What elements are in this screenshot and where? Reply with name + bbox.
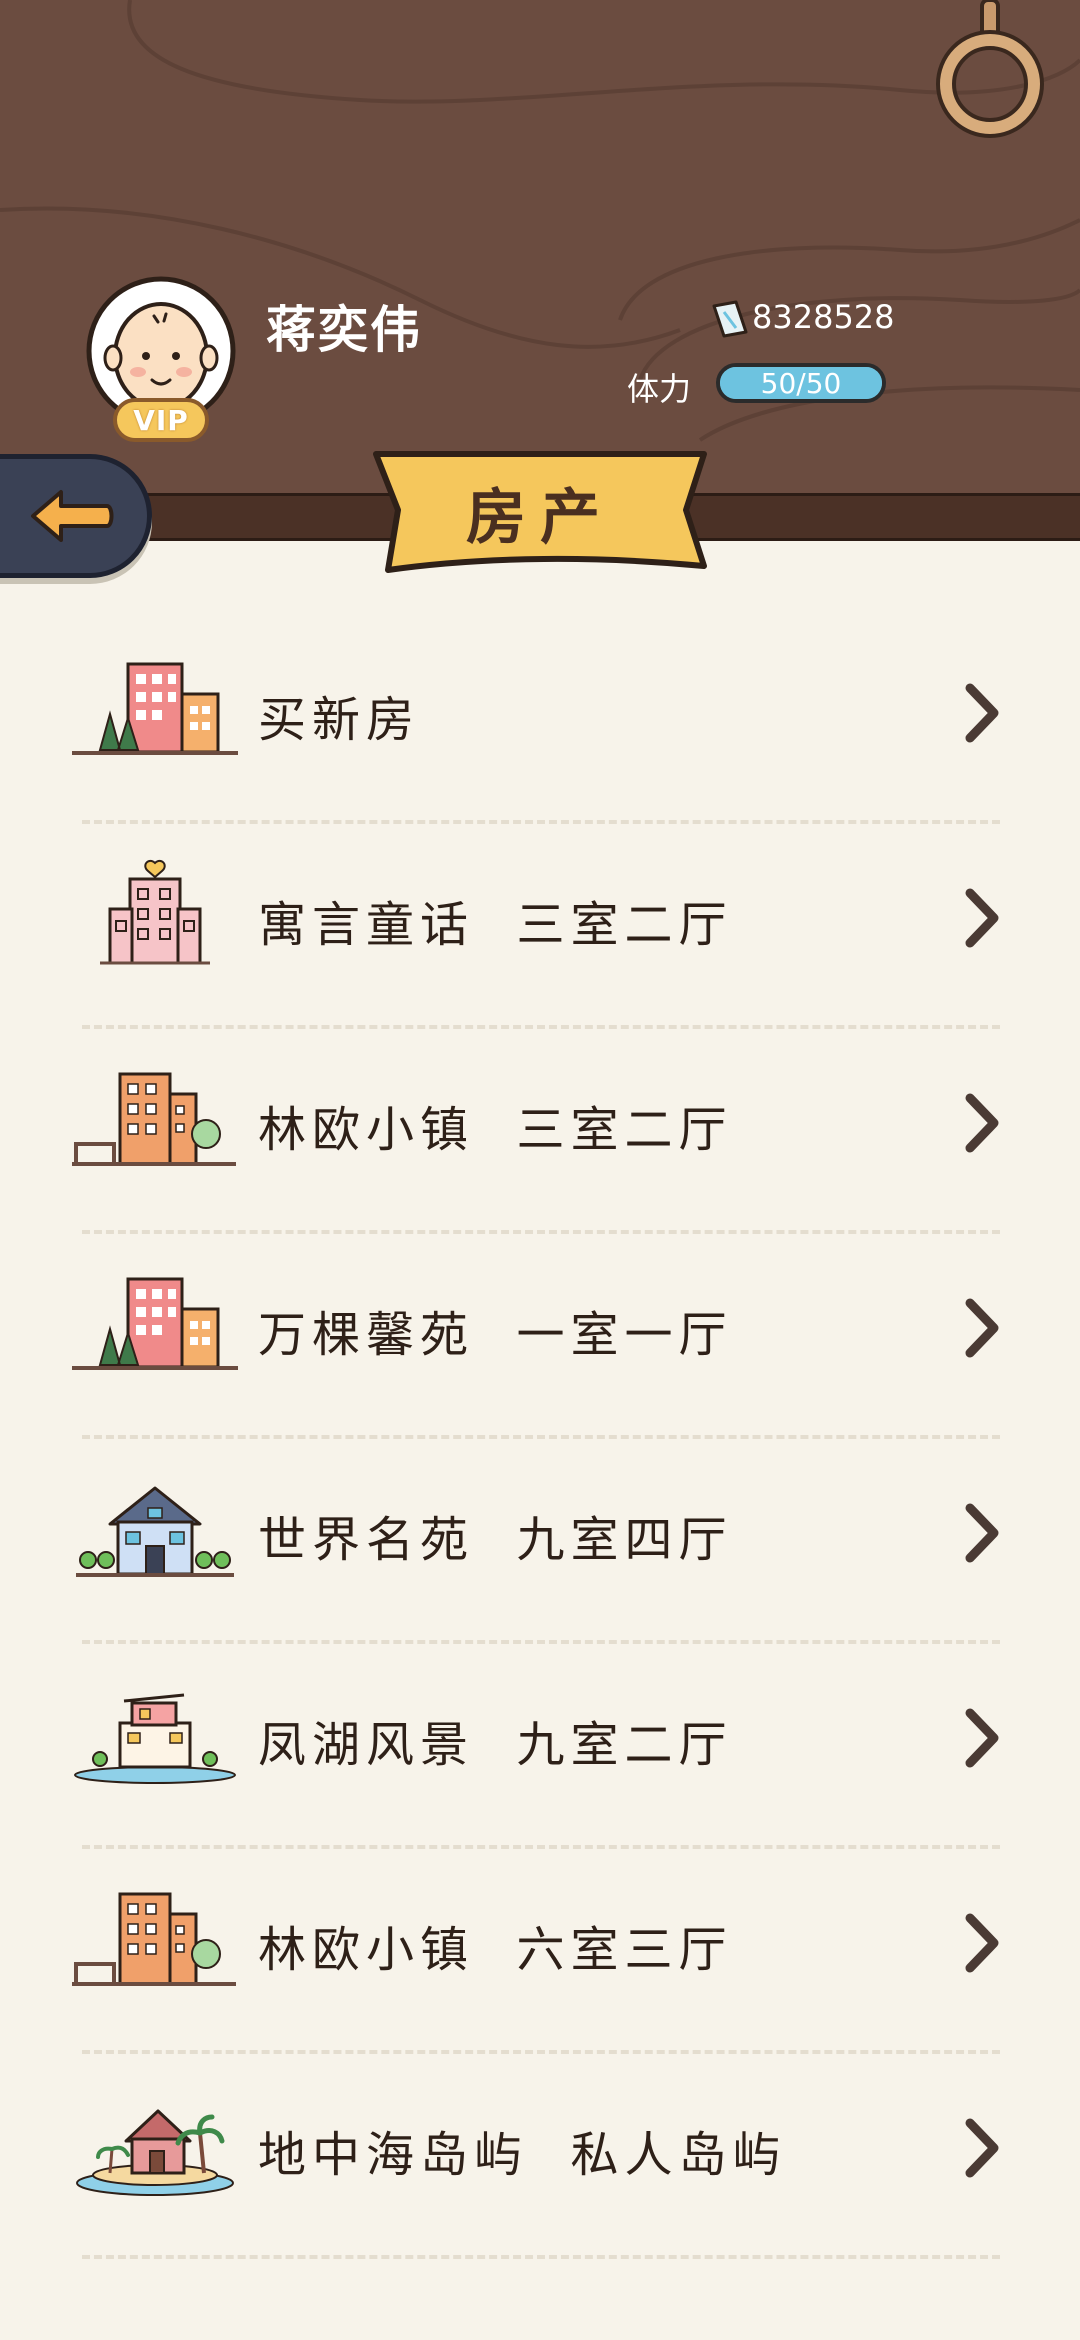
chevron-right-icon <box>965 683 999 743</box>
lake-villa-icon <box>74 1693 236 1784</box>
property-row-buy-new[interactable]: 买新房 <box>0 620 1080 825</box>
blue-house-icon <box>76 1486 234 1577</box>
row-divider <box>82 820 1000 824</box>
row-divider <box>82 2050 1000 2054</box>
row-divider <box>82 1845 1000 1849</box>
property-list: 买新房 寓言童话 三室二厅 林欧小镇 三室二厅 万棵馨苑 一室一厅 世界名苑 九… <box>0 620 1080 2260</box>
pink-apartment-icon <box>100 859 210 965</box>
property-row-fenghu[interactable]: 凤湖风景 九室二厅 <box>0 1645 1080 1850</box>
player-name: 蒋奕伟 <box>266 300 422 359</box>
chevron-right-icon <box>965 1913 999 1973</box>
stamina-label: 体力 <box>627 370 692 408</box>
property-label: 林欧小镇 六室三厅 <box>258 1922 733 1978</box>
property-row-fairy-tale[interactable]: 寓言童话 三室二厅 <box>0 825 1080 1030</box>
chevron-right-icon <box>965 888 999 948</box>
row-divider <box>82 1435 1000 1439</box>
chevron-right-icon <box>965 1093 999 1153</box>
property-row-island[interactable]: 地中海岛屿 私人岛屿 <box>0 2055 1080 2260</box>
hanging-ring-icon <box>936 0 1044 138</box>
property-label: 凤湖风景 九室二厅 <box>258 1717 733 1773</box>
property-row-wanke[interactable]: 万棵馨苑 一室一厅 <box>0 1235 1080 1440</box>
row-divider <box>82 2255 1000 2259</box>
property-row-linou-2[interactable]: 林欧小镇 六室三厅 <box>0 1850 1080 2055</box>
banknote-icon <box>712 300 748 338</box>
property-row-world[interactable]: 世界名苑 九室四厅 <box>0 1440 1080 1645</box>
property-label: 林欧小镇 三室二厅 <box>258 1102 733 1158</box>
money-amount: 8328528 <box>752 298 895 336</box>
property-label: 寓言童话 三室二厅 <box>258 897 733 953</box>
property-row-linou-1[interactable]: 林欧小镇 三室二厅 <box>0 1030 1080 1235</box>
chevron-right-icon <box>965 1503 999 1563</box>
row-divider <box>82 1640 1000 1644</box>
chevron-right-icon <box>965 1708 999 1768</box>
new-house-icon <box>72 1277 238 1370</box>
page-title: 房产 <box>466 482 614 553</box>
chevron-right-icon <box>965 1298 999 1358</box>
orange-apartment-icon <box>72 1892 236 1986</box>
property-label: 世界名苑 九室四厅 <box>258 1512 733 1568</box>
property-label: 买新房 <box>258 692 421 748</box>
stamina-value: 50/50 <box>760 366 842 400</box>
island-icon <box>76 2109 234 2196</box>
row-divider <box>82 1230 1000 1234</box>
new-house-icon <box>72 662 238 755</box>
property-label: 地中海岛屿 私人岛屿 <box>258 2127 787 2183</box>
stamina-bar: 50/50 <box>716 363 886 403</box>
chevron-right-icon <box>965 2118 999 2178</box>
arrow-left-icon <box>31 490 114 542</box>
vip-badge: VIP <box>113 398 209 442</box>
property-label: 万棵馨苑 一室一厅 <box>258 1307 733 1363</box>
back-button[interactable] <box>0 454 152 578</box>
orange-apartment-icon <box>72 1072 236 1166</box>
row-divider <box>82 1025 1000 1029</box>
